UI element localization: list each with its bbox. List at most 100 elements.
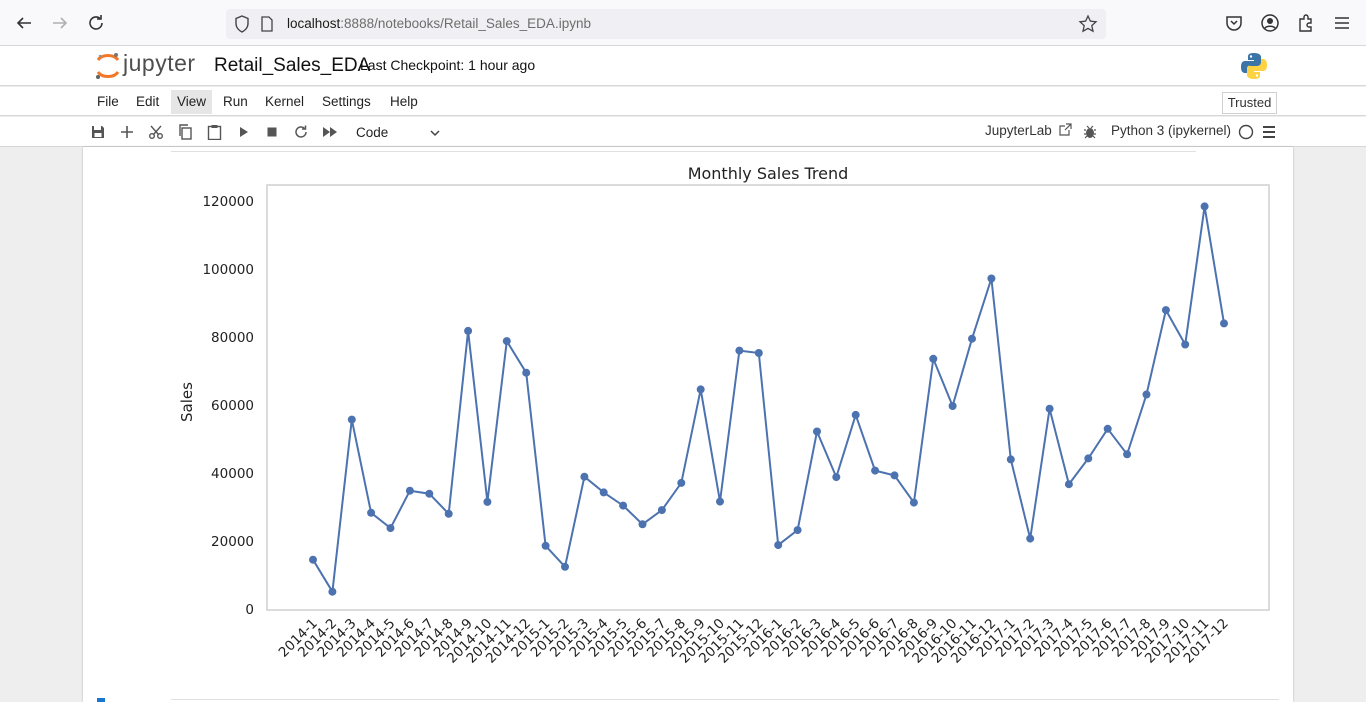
debugger-bug-icon[interactable] — [1083, 124, 1097, 140]
data-point — [561, 562, 569, 571]
y-tick-label: 60000 — [211, 398, 254, 414]
data-point — [851, 410, 860, 419]
python-logo-icon — [1241, 53, 1267, 79]
menu-bar: File Edit View Run Kernel Settings Help … — [0, 87, 1366, 116]
shield-icon[interactable] — [234, 15, 250, 33]
data-point — [696, 385, 705, 394]
data-point — [483, 497, 492, 506]
data-point — [793, 526, 802, 535]
trusted-badge[interactable]: Trusted — [1222, 92, 1277, 114]
y-tick-label: 0 — [245, 602, 254, 618]
data-point — [522, 368, 531, 377]
data-point — [405, 486, 414, 495]
menu-run[interactable]: Run — [217, 90, 254, 114]
data-point — [968, 334, 976, 343]
data-point — [1161, 306, 1170, 315]
data-point — [580, 472, 589, 481]
menu-icon[interactable] — [1332, 13, 1352, 33]
kernel-name[interactable]: Python 3 (ipykernel) — [1111, 123, 1231, 138]
account-icon[interactable] — [1260, 13, 1280, 33]
paste-icon[interactable] — [205, 123, 223, 141]
menu-view[interactable]: View — [171, 90, 213, 114]
y-tick-label: 20000 — [211, 534, 254, 550]
forward-arrow-icon[interactable] — [48, 11, 72, 35]
data-point — [638, 520, 647, 529]
cell-type-select[interactable]: Code — [352, 122, 444, 144]
data-point — [871, 466, 880, 475]
external-link-icon — [1058, 123, 1072, 136]
x-axis-ticks: 2014-12014-22014-32014-42014-52014-62014… — [276, 616, 1232, 667]
data-point — [309, 555, 317, 564]
data-point — [367, 508, 376, 517]
data-point — [1200, 202, 1209, 211]
menu-kernel[interactable]: Kernel — [259, 90, 310, 114]
cell-type-value: Code — [356, 125, 389, 140]
hamburger-menu-icon[interactable] — [1262, 125, 1276, 139]
data-point — [1123, 450, 1132, 459]
y-tick-label: 40000 — [211, 466, 254, 482]
pocket-icon[interactable] — [1224, 13, 1244, 33]
sales-series-points — [309, 202, 1228, 596]
save-icon[interactable] — [89, 123, 107, 141]
data-point — [1026, 534, 1035, 543]
menu-help[interactable]: Help — [384, 90, 424, 114]
data-point — [754, 349, 763, 357]
checkpoint-status: Last Checkpoint: 1 hour ago — [360, 57, 536, 73]
chevron-down-icon — [430, 130, 440, 137]
plot-area-frame — [266, 184, 1270, 611]
restart-icon[interactable] — [292, 123, 310, 141]
data-point — [832, 473, 841, 482]
notebook-panel: Monthly Sales Trend Sales 0 20000 40000 600… — [83, 147, 1293, 702]
menu-file[interactable]: File — [91, 90, 125, 114]
data-point — [1006, 455, 1015, 464]
data-point — [541, 541, 550, 550]
data-point — [735, 346, 744, 355]
jupyter-header: jupyter Retail_Sales_EDA Last Checkpoint… — [0, 46, 1366, 86]
url-path: :8888/notebooks/Retail_Sales_EDA.ipynb — [340, 16, 591, 31]
data-point — [1220, 319, 1228, 328]
chart-title: Monthly Sales Trend — [688, 164, 849, 183]
jupyter-logo-text: jupyter — [123, 50, 196, 76]
data-point — [599, 488, 608, 497]
menu-settings[interactable]: Settings — [316, 90, 377, 114]
data-point — [1181, 340, 1190, 349]
sales-line-chart: Monthly Sales Trend Sales 0 20000 40000 600… — [178, 164, 1270, 667]
y-tick-label: 80000 — [211, 330, 254, 346]
jupyterlab-link[interactable]: JupyterLab — [985, 123, 1072, 138]
bookmark-star-icon[interactable] — [1078, 14, 1098, 34]
data-point — [444, 509, 453, 518]
stop-icon[interactable] — [263, 123, 281, 141]
run-icon[interactable] — [234, 123, 252, 141]
add-cell-icon[interactable] — [118, 123, 136, 141]
data-point — [464, 326, 473, 335]
extensions-icon[interactable] — [1296, 13, 1316, 33]
data-point — [619, 501, 628, 510]
y-tick-label: 120000 — [202, 194, 254, 210]
run-all-icon[interactable] — [321, 123, 339, 141]
url-text[interactable]: localhost:8888/notebooks/Retail_Sales_ED… — [287, 16, 591, 31]
data-point — [1045, 404, 1054, 413]
data-point — [929, 354, 938, 363]
data-point — [386, 524, 395, 533]
data-point — [677, 478, 686, 487]
menu-edit[interactable]: Edit — [130, 90, 165, 114]
data-point — [813, 427, 821, 436]
data-point — [1142, 390, 1151, 399]
data-point — [774, 541, 783, 550]
page-icon — [261, 16, 273, 32]
data-point — [716, 497, 724, 506]
kernel-status-icon — [1238, 124, 1254, 140]
data-point — [657, 506, 666, 515]
reload-icon[interactable] — [84, 11, 108, 35]
data-point — [987, 274, 996, 283]
y-tick-label: 100000 — [202, 262, 254, 278]
address-bar[interactable]: localhost:8888/notebooks/Retail_Sales_ED… — [226, 9, 1106, 39]
notebook-toolbar: Code JupyterLab Python 3 (ipykernel) — [0, 117, 1366, 147]
data-point — [347, 415, 356, 424]
copy-icon[interactable] — [176, 123, 194, 141]
cut-icon[interactable] — [147, 123, 165, 141]
notebook-name[interactable]: Retail_Sales_EDA — [214, 55, 370, 77]
data-point — [328, 587, 337, 596]
back-arrow-icon[interactable] — [12, 11, 36, 35]
data-point — [1084, 454, 1093, 463]
